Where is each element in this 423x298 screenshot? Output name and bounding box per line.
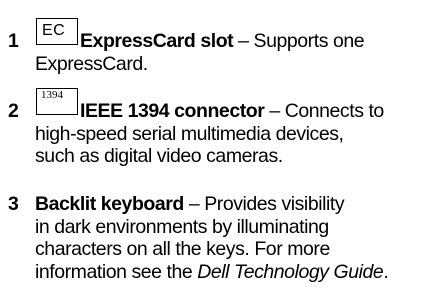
item-separator: – xyxy=(183,193,205,215)
item-separator: – xyxy=(233,30,254,52)
item-term: Backlit keyboard xyxy=(35,193,184,215)
item-term: ExpressCard slot xyxy=(80,30,234,52)
list-item-expresscard: 1 EC ExpressCard slot – Supports one Exp… xyxy=(8,18,418,75)
expresscard-icon-label: EC xyxy=(42,22,66,39)
list-item-ieee-1394: 2 1394 IEEE 1394 connector – Connects to… xyxy=(8,88,418,168)
guide-title-reference: Dell Technology Guide xyxy=(197,260,384,283)
ieee-1394-icon-label: 1394 xyxy=(41,89,63,101)
item-description: information see the xyxy=(35,260,198,283)
item-body: Backlit keyboard – Provides visibility i… xyxy=(35,193,418,283)
item-description: in dark environments by illuminating xyxy=(35,215,329,238)
ieee-1394-icon: 1394 xyxy=(36,88,78,115)
item-description: such as digital video cameras. xyxy=(35,145,283,167)
item-number: 3 xyxy=(8,193,19,215)
item-description: high-speed serial multimedia devices, xyxy=(35,122,344,145)
expresscard-icon: EC xyxy=(36,18,78,45)
item-description: Supports one xyxy=(253,30,365,52)
item-description: . xyxy=(383,260,389,283)
item-description: Provides visibility xyxy=(204,193,345,215)
document-page: 1 EC ExpressCard slot – Supports one Exp… xyxy=(0,0,423,298)
item-body: 1394 IEEE 1394 connector – Connects to h… xyxy=(35,88,418,168)
item-description: ExpressCard. xyxy=(35,52,148,75)
list-item-backlit-keyboard: 3 Backlit keyboard – Provides visibility… xyxy=(8,193,418,283)
item-separator: – xyxy=(264,100,285,122)
item-description: characters on all the keys. For more xyxy=(35,238,330,260)
item-body: EC ExpressCard slot – Supports one Expre… xyxy=(35,18,418,75)
item-description: Connects to xyxy=(284,100,385,122)
item-number: 1 xyxy=(8,30,19,52)
item-number: 2 xyxy=(8,100,19,122)
item-term: IEEE 1394 connector xyxy=(80,100,265,122)
